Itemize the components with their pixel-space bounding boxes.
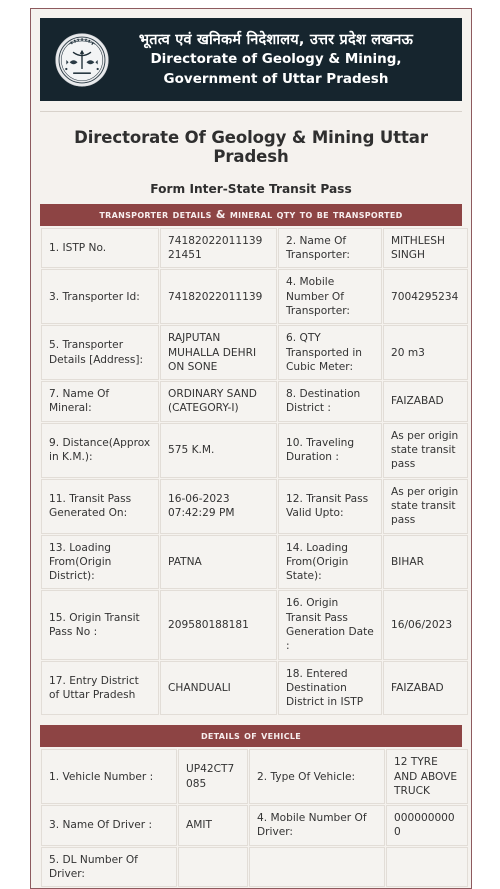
transporter-details-table: 1. ISTP No. 7418202201113921451 2. Name …	[40, 227, 469, 717]
banner-english-line-2: Government of Uttar Pradesh	[163, 70, 389, 87]
field-value: 7004295234	[383, 269, 468, 325]
page-title: Directorate Of Geology & Mining Uttar Pr…	[74, 128, 428, 166]
table-row: 13. Loading From(Origin District): PATNA…	[41, 534, 468, 590]
field-value: RAJPUTAN MUHALLA DEHRI ON SONE	[160, 325, 277, 381]
field-label: 12. Transit Pass Valid Upto:	[278, 478, 382, 534]
field-label: 18. Entered Destination District in ISTP	[278, 660, 382, 716]
field-label: 13. Loading From(Origin District):	[41, 534, 159, 590]
field-value: 209580188181	[160, 590, 277, 660]
table-row: 5. DL Number Of Driver:	[41, 846, 468, 888]
field-label: 10. Traveling Duration :	[278, 422, 382, 478]
field-label: 3. Name Of Driver :	[41, 805, 177, 846]
field-label: 3. Transporter Id:	[41, 269, 159, 325]
field-value: 7418202201113921451	[160, 227, 277, 269]
banner-english-line-1: Directorate of Geology & Mining,	[150, 51, 402, 68]
field-label: 7. Name Of Mineral:	[41, 381, 159, 422]
table-row: 9. Distance(Approx in K.M.): 575 K.M. 10…	[41, 422, 468, 478]
vehicle-details-table: 1. Vehicle Number : UP42CT7085 2. Type O…	[40, 748, 469, 888]
field-label: 2. Name Of Transporter:	[278, 227, 382, 269]
field-value: 575 K.M.	[160, 422, 277, 478]
transporter-section-header: Transporter Details & Mineral QTY to be …	[40, 204, 462, 226]
field-label: 16. Origin Transit Pass Generation Date …	[278, 590, 382, 660]
field-value: BIHAR	[383, 534, 468, 590]
table-row: 3. Transporter Id: 74182022011139 4. Mob…	[41, 269, 468, 325]
field-value: FAIZABAD	[383, 381, 468, 422]
field-value: 0000000000	[386, 805, 468, 846]
banner-hindi-title: भूतत्व एवं खनिकर्म निदेशालय, उत्तर प्रदे…	[138, 31, 414, 48]
field-label: 4. Mobile Number Of Driver:	[249, 805, 385, 846]
field-label: 15. Origin Transit Pass No :	[41, 590, 159, 660]
table-row: 15. Origin Transit Pass No : 20958018818…	[41, 590, 468, 660]
field-label: 4. Mobile Number Of Transporter:	[278, 269, 382, 325]
table-row: 17. Entry District of Uttar Pradesh CHAN…	[41, 660, 468, 716]
table-row: 3. Name Of Driver : AMIT 4. Mobile Numbe…	[41, 805, 468, 846]
field-value: 20 m3	[383, 325, 468, 381]
field-value: 74182022011139	[160, 269, 277, 325]
field-label: 5. Transporter Details [Address]:	[41, 325, 159, 381]
field-label: 1. ISTP No.	[41, 227, 159, 269]
field-value: UP42CT7085	[178, 749, 248, 805]
field-label: 2. Type Of Vehicle:	[249, 749, 385, 805]
field-value: PATNA	[160, 534, 277, 590]
field-value: MITHLESH SINGH	[383, 227, 468, 269]
field-label: 1. Vehicle Number :	[41, 749, 177, 805]
field-label: 8. Destination District :	[278, 381, 382, 422]
field-value: ORDINARY SAND (CATEGORY-I)	[160, 381, 277, 422]
field-label: 6. QTY Transported in Cubic Meter:	[278, 325, 382, 381]
field-value: 16/06/2023	[383, 590, 468, 660]
field-value: CHANDUALI	[160, 660, 277, 716]
field-label: 11. Transit Pass Generated On:	[41, 478, 159, 534]
transit-pass-card: भूतत्व एवं खनिकर्म निदेशालय, उत्तर प्रदे…	[30, 8, 472, 889]
table-row: 11. Transit Pass Generated On: 16-06-202…	[41, 478, 468, 534]
field-value	[386, 846, 468, 888]
page-title-block: Directorate Of Geology & Mining Uttar Pr…	[40, 111, 462, 196]
field-value: 12 TYRE AND ABOVE TRUCK	[386, 749, 468, 805]
vehicle-section-header: Details Of Vehicle	[40, 725, 462, 748]
field-value: AMIT	[178, 805, 248, 846]
form-subtitle: Form Inter-State Transit Pass	[150, 182, 352, 196]
field-value	[178, 846, 248, 888]
field-value: As per origin state transit pass	[383, 422, 468, 478]
field-value: FAIZABAD	[383, 660, 468, 716]
table-row: 1. ISTP No. 7418202201113921451 2. Name …	[41, 227, 468, 269]
field-label	[249, 846, 385, 888]
department-banner: भूतत्व एवं खनिकर्म निदेशालय, उत्तर प्रदे…	[40, 18, 462, 101]
uttar-pradesh-state-emblem-icon	[54, 32, 110, 88]
field-value: As per origin state transit pass	[383, 478, 468, 534]
field-label: 17. Entry District of Uttar Pradesh	[41, 660, 159, 716]
table-row: 7. Name Of Mineral: ORDINARY SAND (CATEG…	[41, 381, 468, 422]
field-label: 5. DL Number Of Driver:	[41, 846, 177, 888]
table-row: 1. Vehicle Number : UP42CT7085 2. Type O…	[41, 749, 468, 805]
field-label: 9. Distance(Approx in K.M.):	[41, 422, 159, 478]
field-value: 16-06-2023 07:42:29 PM	[160, 478, 277, 534]
table-row: 5. Transporter Details [Address]: RAJPUT…	[41, 325, 468, 381]
field-label: 14. Loading From(Origin State):	[278, 534, 382, 590]
banner-text-block: भूतत्व एवं खनिकर्म निदेशालय, उत्तर प्रदे…	[120, 31, 462, 88]
